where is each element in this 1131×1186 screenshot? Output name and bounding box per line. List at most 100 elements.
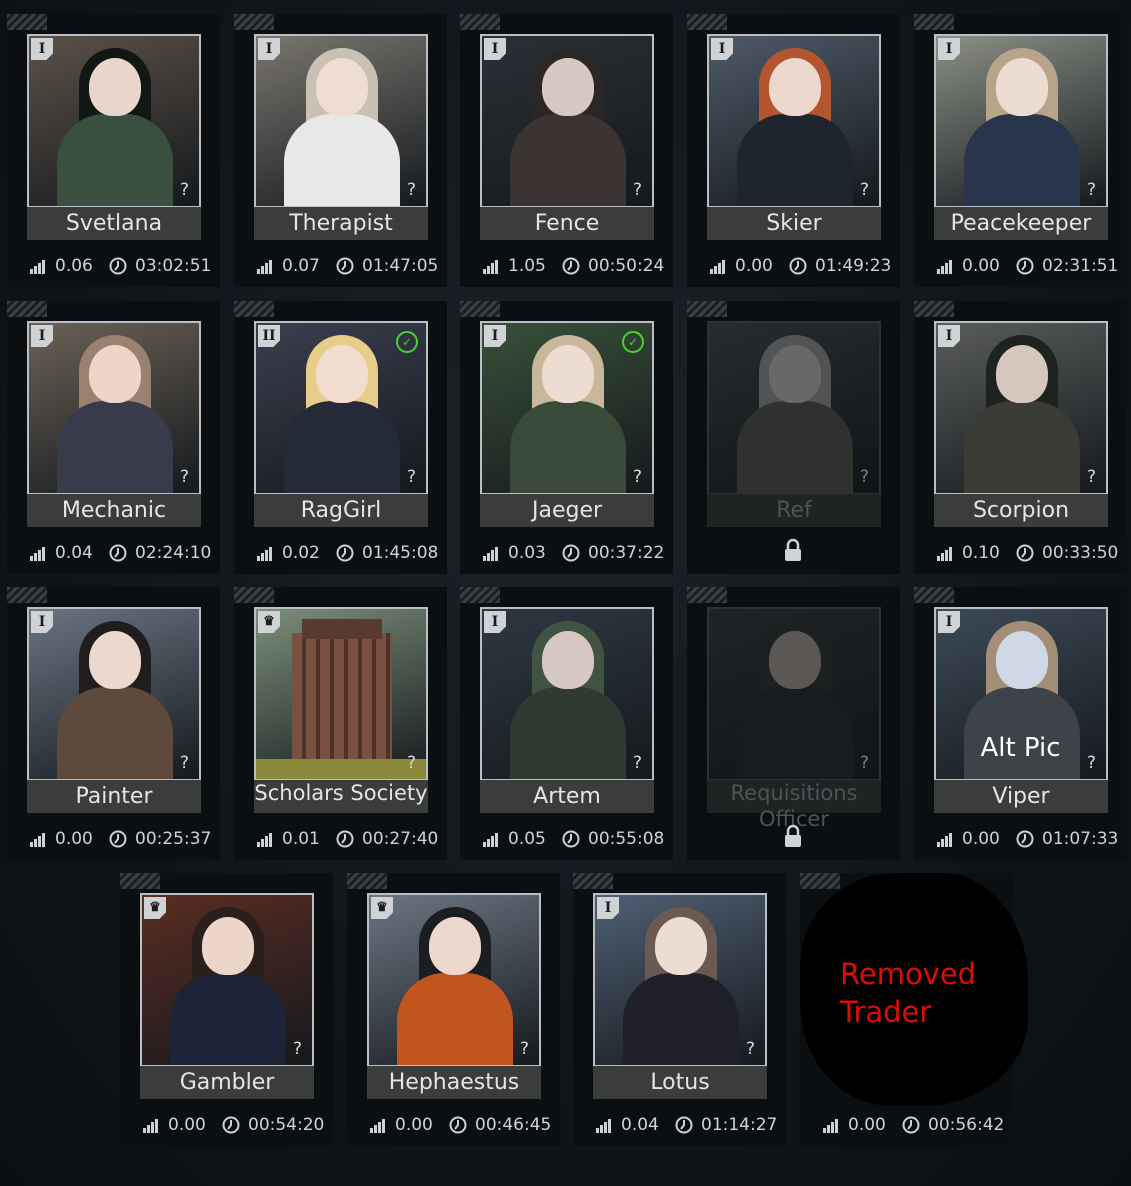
trader-card[interactable]: I? Fence 1.05 00:50:24 [460,14,673,287]
figure-face [542,58,594,116]
trader-portrait[interactable]: I? [934,321,1108,495]
rating-bars-icon [937,833,952,847]
rating-bars-icon [30,833,45,847]
trader-card[interactable]: I? Alt Pic Viper 0.00 01:07:33 [914,587,1127,860]
figure-face [769,58,821,116]
question-mark-icon[interactable]: ? [633,753,642,773]
trader-stats: 0.05 00:55:08 [480,828,670,850]
trader-card[interactable]: I? Artem 0.05 00:55:08 [460,587,673,860]
trader-portrait[interactable]: I? [480,34,654,208]
trader-card[interactable]: ♛? Gambler 0.00 00:54:20 [120,873,333,1146]
trader-card[interactable]: I? Lotus 0.04 01:14:27 [573,873,786,1146]
trader-card[interactable]: ♛? Hephaestus 0.00 00:46:45 [347,873,560,1146]
trader-card[interactable]: II ✓? RagGirl 0.02 01:45:08 [234,301,447,574]
question-mark-icon[interactable]: ? [520,1039,529,1059]
rating-bars-icon [483,547,498,561]
trader-stats: 0.00 00:25:37 [27,828,217,850]
figure-body [397,973,513,1065]
trader-name: RagGirl [254,494,428,527]
trader-portrait[interactable]: I ✓? [480,321,654,495]
trader-name: Hephaestus [367,1066,541,1099]
trader-card[interactable]: I? Mechanic 0.04 02:24:10 [7,301,220,574]
rating-value: 0.00 [848,1115,886,1135]
rating-bars-icon [257,260,272,274]
trader-portrait[interactable]: ♛? [367,893,541,1067]
clock-icon [1016,257,1034,275]
rank-badge: I [938,611,960,633]
question-mark-icon[interactable]: ? [860,180,869,200]
rating-value: 0.03 [508,543,546,563]
question-mark-icon[interactable]: ? [407,753,416,773]
trader-portrait[interactable]: I? [707,34,881,208]
figure-body [57,114,173,206]
question-mark-icon[interactable]: ? [293,1039,302,1059]
question-mark-icon[interactable]: ? [407,467,416,487]
trader-card[interactable]: I? Therapist 0.07 01:47:05 [234,14,447,287]
question-mark-icon[interactable]: ? [633,467,642,487]
question-mark-icon[interactable]: ? [860,467,869,487]
trader-portrait[interactable]: I? [593,893,767,1067]
trader-portrait[interactable]: ♛? [140,893,314,1067]
question-mark-icon[interactable]: ? [746,1039,755,1059]
question-mark-icon[interactable]: ? [180,753,189,773]
trader-stats: 0.00 00:46:45 [367,1114,557,1136]
question-mark-icon[interactable]: ? [180,180,189,200]
question-mark-icon[interactable]: ? [180,467,189,487]
trader-portrait[interactable]: I? [254,34,428,208]
question-mark-icon[interactable]: ? [407,180,416,200]
figure-body [170,973,286,1065]
figure-face [316,58,368,116]
trader-portrait[interactable]: II ✓? [254,321,428,495]
figure-face [89,631,141,689]
crown-icon: ♛ [371,897,393,919]
rating-value: 0.00 [962,256,1000,276]
trader-card[interactable]: I? Peacekeeper 0.00 02:31:51 [914,14,1127,287]
trader-card[interactable]: I? Skier 0.00 01:49:23 [687,14,900,287]
alt-pic-label: Alt Pic [980,733,1061,763]
question-mark-icon[interactable]: ? [633,180,642,200]
rating-bars-icon [257,547,272,561]
rating-bars-icon [710,260,725,274]
trader-card[interactable]: I? Scorpion 0.10 00:33:50 [914,301,1127,574]
trader-stats: 0.04 02:24:10 [27,542,217,564]
trader-name: Jaeger [480,494,654,527]
checkmark-icon: ✓ [396,331,418,353]
trader-portrait[interactable]: ? [707,321,881,495]
trader-portrait[interactable]: I? [480,607,654,781]
trader-portrait[interactable]: ? [707,607,881,781]
figure-face [769,631,821,689]
question-mark-icon[interactable]: ? [860,753,869,773]
trader-card[interactable]: I? Svetlana 0.06 03:02:51 [7,14,220,287]
question-mark-icon[interactable]: ? [1087,467,1096,487]
clock-icon [1016,830,1034,848]
trader-card[interactable]: Removed Trader 0.00 00:56:42 [800,873,1028,1146]
rank-badge: I [484,325,506,347]
removed-trader-label: Removed Trader [840,957,977,1029]
rating-value: 0.05 [508,829,546,849]
figure-body [964,114,1080,206]
trader-portrait[interactable]: I? [934,34,1108,208]
rating-bars-icon [483,260,498,274]
trader-name: Svetlana [27,207,201,240]
trader-portrait[interactable]: ♛? [254,607,428,781]
trader-name: Fence [480,207,654,240]
trader-portrait[interactable]: I? [27,607,201,781]
question-mark-icon[interactable]: ? [1087,180,1096,200]
rating-value: 1.05 [508,256,546,276]
trader-portrait[interactable]: I? [27,321,201,495]
trader-card[interactable]: ♛? Scholars Society 0.01 00:27:40 [234,587,447,860]
trader-stats: 0.10 00:33:50 [934,542,1124,564]
trader-card[interactable]: I ✓? Jaeger 0.03 00:37:22 [460,301,673,574]
rank-badge: I [484,38,506,60]
figure-face [429,917,481,975]
trader-card[interactable]: ? Requisitions Officer [687,587,900,860]
figure-face [542,345,594,403]
clock-icon [336,544,354,562]
trader-card[interactable]: I? Painter 0.00 00:25:37 [7,587,220,860]
clock-icon [109,257,127,275]
clock-icon [336,257,354,275]
trader-portrait[interactable]: I? [27,34,201,208]
rank-badge: I [258,38,280,60]
trader-card[interactable]: ? Ref [687,301,900,574]
rating-value: 0.07 [282,256,320,276]
